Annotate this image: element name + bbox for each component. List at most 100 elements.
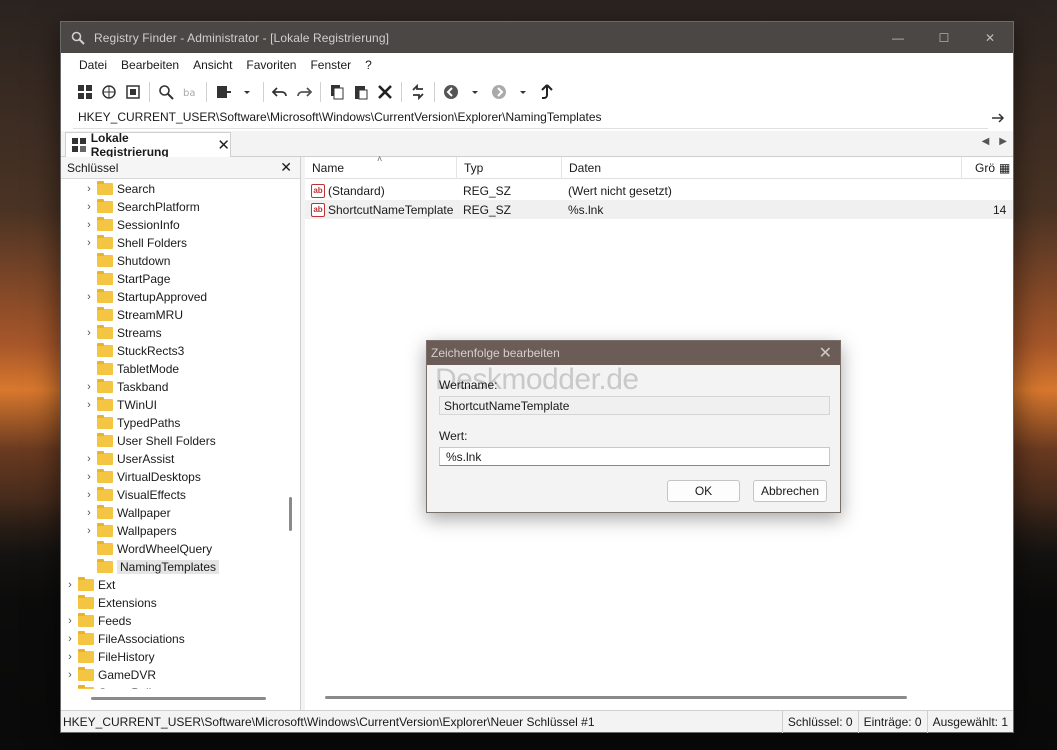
forward-dropdown-icon[interactable]	[511, 80, 535, 104]
refresh-icon[interactable]	[406, 80, 430, 104]
search-icon[interactable]	[154, 80, 178, 104]
tree-node[interactable]: › Wallpaper	[83, 504, 171, 522]
tree-node[interactable]: WordWheelQuery	[83, 540, 212, 558]
tree-node[interactable]: › Taskband	[83, 378, 168, 396]
maximize-button[interactable]: ☐	[921, 22, 967, 53]
chevron-right-icon[interactable]: ›	[83, 507, 95, 519]
minimize-button[interactable]: —	[875, 22, 921, 53]
tree-node[interactable]: › FileHistory	[64, 648, 155, 666]
tree-node[interactable]: Extensions	[64, 594, 157, 612]
values-horizontal-scrollbar[interactable]	[325, 696, 907, 699]
menu-fenster[interactable]: Fenster	[310, 58, 351, 72]
tree-node[interactable]: › Wallpapers	[83, 522, 177, 540]
go-arrow-icon[interactable]	[989, 109, 1007, 127]
export-icon[interactable]	[121, 80, 145, 104]
column-data[interactable]: Daten	[562, 157, 962, 179]
tree-node[interactable]: › StartupApproved	[83, 288, 207, 306]
network-registry-icon[interactable]	[97, 80, 121, 104]
menu-help[interactable]: ?	[365, 58, 372, 72]
tree-node[interactable]: › Streams	[83, 324, 162, 342]
close-button[interactable]: ✕	[967, 22, 1013, 53]
column-name[interactable]: Name ˄	[305, 154, 457, 179]
tree-node[interactable]: › SearchPlatform	[83, 198, 200, 216]
tree-horizontal-scrollbar[interactable]	[91, 697, 266, 700]
menu-bearbeiten[interactable]: Bearbeiten	[121, 58, 179, 72]
tree-vertical-scrollbar[interactable]	[289, 497, 292, 531]
tree-node[interactable]: › Ext	[64, 576, 115, 594]
redo-icon[interactable]	[292, 80, 316, 104]
table-row[interactable]: ab ShortcutNameTemplate REG_SZ %s.lnk 14	[305, 200, 1013, 219]
chevron-right-icon[interactable]: ›	[64, 651, 76, 663]
tree-node[interactable]: › UserAssist	[83, 450, 174, 468]
chevron-right-icon[interactable]: ›	[83, 471, 95, 483]
menu-datei[interactable]: Datei	[79, 58, 107, 72]
dialog-close-icon[interactable]: ✕	[819, 343, 832, 363]
tree-node[interactable]: › TWinUI	[83, 396, 157, 414]
column-type[interactable]: Typ	[457, 157, 562, 179]
new-key-icon[interactable]	[211, 80, 235, 104]
value-data-input[interactable]: %s.lnk	[439, 447, 830, 466]
tree-node[interactable]: › FileAssociations	[64, 630, 185, 648]
tree-node[interactable]: › GroupPolicy	[64, 684, 163, 689]
address-input[interactable]: HKEY_CURRENT_USER\Software\Microsoft\Win…	[73, 107, 988, 129]
tab-scroll-left-icon[interactable]: ◀	[982, 136, 990, 147]
tree-node[interactable]: Shutdown	[83, 252, 170, 270]
tab-scroll-right-icon[interactable]: ▶	[999, 136, 1007, 147]
tree-node-label: FileAssociations	[98, 632, 185, 646]
chevron-right-icon[interactable]: ›	[64, 633, 76, 645]
chevron-right-icon[interactable]: ›	[83, 219, 95, 231]
undo-icon[interactable]	[268, 80, 292, 104]
tree-node[interactable]: StuckRects3	[83, 342, 184, 360]
chevron-right-icon[interactable]: ›	[83, 453, 95, 465]
paste-icon[interactable]	[349, 80, 373, 104]
tree-node[interactable]: › Feeds	[64, 612, 131, 630]
close-pane-icon[interactable]: ✕	[280, 159, 292, 176]
tree-node[interactable]: NamingTemplates	[83, 558, 220, 576]
ok-button[interactable]: OK	[667, 480, 740, 502]
tree-node[interactable]: StreamMRU	[83, 306, 183, 324]
menu-ansicht[interactable]: Ansicht	[193, 58, 232, 72]
back-icon[interactable]	[439, 80, 463, 104]
folder-icon	[97, 199, 113, 213]
status-entries: Einträge: 0	[857, 710, 927, 733]
tree-node[interactable]: › GameDVR	[64, 666, 156, 684]
tree-node[interactable]: › VirtualDesktops	[83, 468, 201, 486]
copy-icon[interactable]	[325, 80, 349, 104]
tree-node[interactable]: TypedPaths	[83, 414, 180, 432]
chevron-right-icon[interactable]: ›	[83, 381, 95, 393]
dropdown-arrow-icon[interactable]	[235, 80, 259, 104]
tree-node[interactable]: › VisualEffects	[83, 486, 186, 504]
tree-node[interactable]: StartPage	[83, 270, 170, 288]
chevron-right-icon[interactable]: ›	[83, 237, 95, 249]
chevron-right-icon[interactable]: ›	[64, 579, 76, 591]
table-row[interactable]: ab (Standard) REG_SZ (Wert nicht gesetzt)	[305, 181, 1013, 200]
column-size[interactable]: Grö ▦	[968, 157, 1013, 179]
up-level-icon[interactable]	[535, 80, 559, 104]
back-dropdown-icon[interactable]	[463, 80, 487, 104]
menu-favoriten[interactable]: Favoriten	[246, 58, 296, 72]
tab-close-icon[interactable]: ✕	[217, 136, 230, 154]
chevron-right-icon[interactable]: ›	[64, 687, 76, 689]
column-chooser-icon[interactable]: ▦	[999, 161, 1010, 175]
folder-icon	[97, 487, 113, 501]
chevron-right-icon[interactable]: ›	[83, 399, 95, 411]
chevron-right-icon[interactable]: ›	[83, 201, 95, 213]
folder-icon	[97, 451, 113, 465]
chevron-right-icon[interactable]: ›	[83, 489, 95, 501]
tree-node[interactable]: › SessionInfo	[83, 216, 180, 234]
cancel-button[interactable]: Abbrechen	[753, 480, 827, 502]
delete-icon[interactable]	[373, 80, 397, 104]
chevron-right-icon[interactable]: ›	[64, 669, 76, 681]
tree-node[interactable]: › Search	[83, 180, 155, 198]
chevron-right-icon[interactable]: ›	[83, 525, 95, 537]
tree-node[interactable]: › Shell Folders	[83, 234, 187, 252]
tree-node[interactable]: TabletMode	[83, 360, 179, 378]
tree-node[interactable]: User Shell Folders	[83, 432, 216, 450]
tab-lokale-registrierung[interactable]: Lokale Registrierung ✕	[65, 131, 231, 159]
chevron-right-icon[interactable]: ›	[64, 615, 76, 627]
chevron-right-icon[interactable]: ›	[83, 183, 95, 195]
grid-icon[interactable]	[73, 80, 97, 104]
registry-tree[interactable]: › Search › SearchPlatform › SessionInfo › Shell…	[61, 179, 300, 689]
chevron-right-icon[interactable]: ›	[83, 327, 95, 339]
chevron-right-icon[interactable]: ›	[83, 291, 95, 303]
